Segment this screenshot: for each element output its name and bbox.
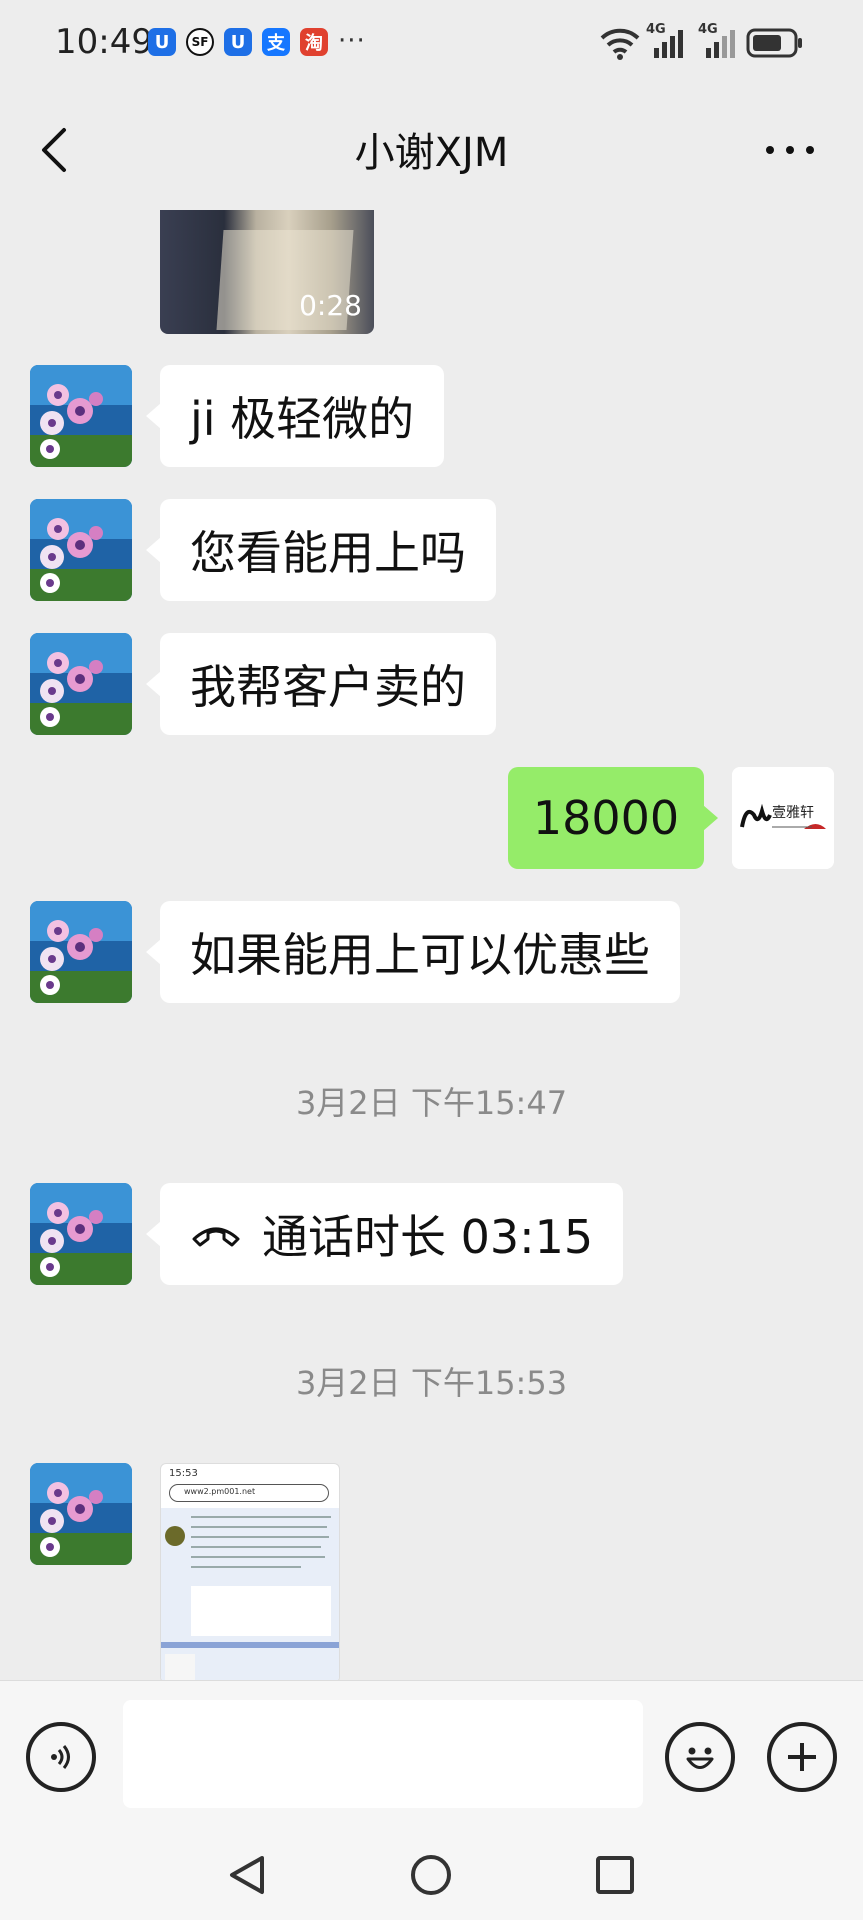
status-time: 10:49 — [55, 22, 153, 62]
contact-avatar[interactable] — [30, 901, 132, 1003]
self-avatar[interactable]: 壹雅轩 — [732, 767, 834, 869]
message-text: 我帮客户卖的 — [190, 660, 466, 714]
shield-app-icon: U — [148, 28, 176, 56]
image-message[interactable]: 15:53 www2.pm001.net — [160, 1463, 340, 1683]
message-text: ji 极轻微的 — [190, 392, 415, 446]
voice-button[interactable] — [26, 1722, 96, 1792]
video-message[interactable]: 0:28 — [160, 210, 374, 334]
nav-recents-button[interactable] — [592, 1852, 638, 1898]
signal-icon — [654, 30, 683, 58]
battery-icon — [746, 28, 802, 58]
self-avatar-logo-text: 壹雅轩 — [772, 805, 814, 821]
call-duration-text: 通话时长 03:15 — [262, 1210, 594, 1264]
more-menu-button[interactable] — [760, 120, 820, 180]
nav-back-button[interactable] — [224, 1852, 270, 1898]
chat-title: 小谢XJM — [354, 130, 509, 176]
shield-app-icon-2: U — [224, 28, 252, 56]
contact-avatar[interactable] — [30, 499, 132, 601]
message-text: 如果能用上可以优惠些 — [190, 928, 650, 982]
signal-icon-2 — [706, 30, 735, 58]
plus-icon — [788, 1743, 816, 1771]
contact-avatar[interactable] — [30, 1463, 132, 1565]
timestamp: 3月2日 下午15:53 — [295, 1364, 568, 1402]
image-url-bar: www2.pm001.net — [169, 1484, 329, 1502]
sf-express-icon: SF — [186, 28, 214, 56]
timestamp: 3月2日 下午15:47 — [295, 1084, 568, 1122]
more-functions-button[interactable] — [767, 1722, 837, 1792]
contact-avatar[interactable] — [30, 1183, 132, 1285]
voice-icon — [51, 1745, 70, 1769]
image-status-time: 15:53 — [169, 1468, 198, 1479]
message-bubble-incoming[interactable]: 我帮客户卖的 — [146, 633, 496, 735]
message-text: 您看能用上吗 — [190, 526, 466, 580]
message-input[interactable] — [123, 1700, 643, 1808]
taobao-icon: 淘 — [300, 28, 328, 56]
message-text: 18000 — [532, 791, 680, 845]
message-bubble-incoming[interactable]: 如果能用上可以优惠些 — [146, 901, 680, 1003]
message-bubble-incoming[interactable]: 您看能用上吗 — [146, 499, 496, 601]
image-url-text: www2.pm001.net — [184, 1487, 256, 1496]
call-record-bubble[interactable]: 通话时长 03:15 — [145, 1183, 624, 1285]
emoji-button[interactable] — [665, 1722, 735, 1792]
system-nav-bar — [0, 1830, 863, 1920]
status-overflow-icon: ··· — [338, 26, 366, 56]
contact-avatar[interactable] — [30, 365, 132, 467]
wifi-icon — [600, 28, 640, 60]
contact-avatar[interactable] — [30, 633, 132, 735]
nav-home-button[interactable] — [408, 1852, 454, 1898]
image-content — [161, 1508, 339, 1682]
phone-hangup-icon — [192, 1227, 240, 1247]
emoji-icon — [686, 1747, 714, 1769]
video-duration: 0:28 — [299, 289, 362, 322]
message-bubble-incoming[interactable]: ji 极轻微的 — [145, 365, 445, 467]
status-bar: 10:49 U SF U 支 淘 ··· 4G 4G — [0, 0, 863, 90]
alipay-icon: 支 — [262, 28, 290, 56]
message-bubble-outgoing[interactable]: 18000 — [508, 767, 718, 869]
